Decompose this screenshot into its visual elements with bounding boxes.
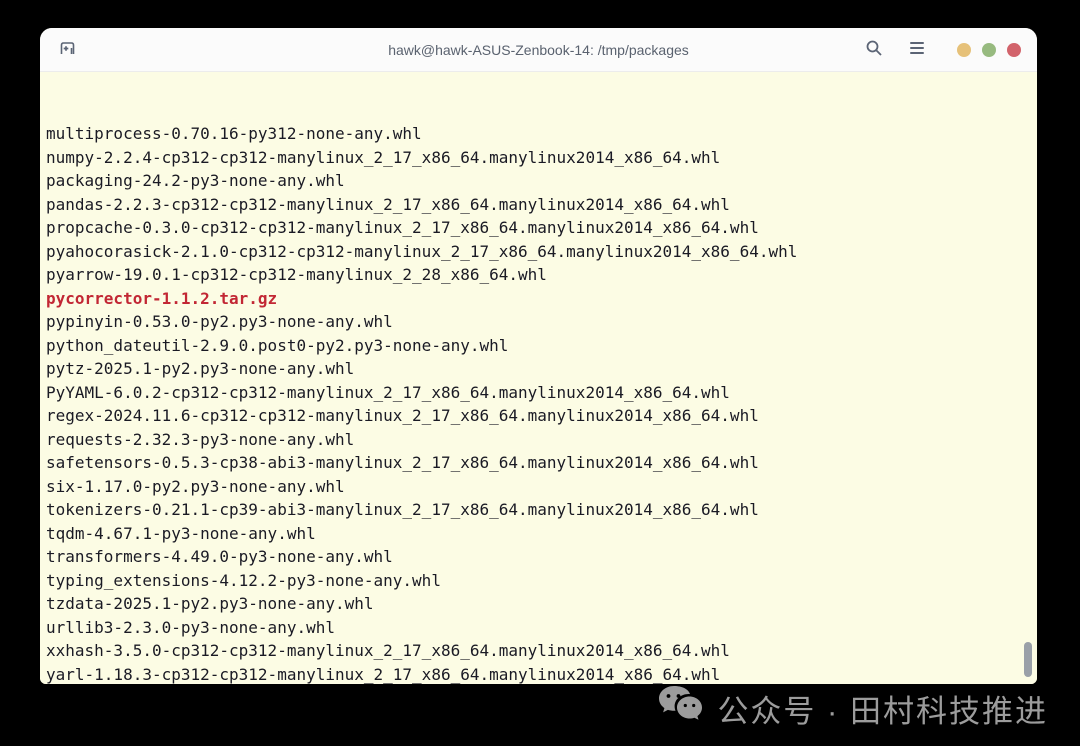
- terminal-lines: multiprocess-0.70.16-py312-none-any.whl n…: [46, 122, 1037, 684]
- menu-button[interactable]: [907, 39, 927, 60]
- terminal-line: typing_extensions-4.12.2-py3-none-any.wh…: [46, 570, 441, 590]
- terminal-line: safetensors-0.5.3-cp38-abi3-manylinux_2_…: [46, 453, 759, 472]
- terminal-line: propcache-0.3.0-cp312-cp312-manylinux_2_…: [46, 218, 759, 237]
- terminal-line: numpy-2.2.4-cp312-cp312-manylinux_2_17_x…: [46, 147, 721, 167]
- terminal-line: tokenizers-0.21.1-cp39-abi3-manylinux_2_…: [46, 500, 759, 519]
- scrollbar-thumb[interactable]: [1024, 642, 1032, 677]
- window-controls: [957, 42, 1021, 57]
- search-button[interactable]: [863, 37, 885, 62]
- new-tab-button[interactable]: [56, 37, 79, 63]
- terminal-line: tzdata-2025.1-py2.py3-none-any.whl: [46, 594, 374, 613]
- terminal-line: python_dateutil-2.9.0.post0-py2.py3-none…: [46, 335, 509, 355]
- terminal-line: yarl-1.18.3-cp312-cp312-manylinux_2_17_x…: [46, 664, 721, 684]
- minimize-button[interactable]: [957, 42, 971, 57]
- search-icon: [865, 39, 883, 60]
- hamburger-menu-icon: [909, 41, 925, 58]
- terminal-window: hawk@hawk-ASUS-Zenbook-14: /tmp/packages: [40, 28, 1037, 684]
- maximize-button[interactable]: [982, 42, 996, 57]
- terminal-line: tqdm-4.67.1-py3-none-any.whl: [46, 523, 316, 543]
- watermark: 公众号 · 田村科技推进: [657, 684, 1048, 732]
- terminal-line: PyYAML-6.0.2-cp312-cp312-manylinux_2_17_…: [46, 382, 730, 402]
- terminal-line: pytz-2025.1-py2.py3-none-any.whl: [46, 359, 355, 378]
- terminal-line: urllib3-2.3.0-py3-none-any.whl: [46, 617, 335, 637]
- terminal-line: pandas-2.2.3-cp312-cp312-manylinux_2_17_…: [46, 194, 730, 214]
- terminal-line: pypinyin-0.53.0-py2.py3-none-any.whl: [46, 312, 393, 331]
- terminal-line: multiprocess-0.70.16-py312-none-any.whl: [46, 124, 422, 143]
- window-title: hawk@hawk-ASUS-Zenbook-14: /tmp/packages: [388, 41, 689, 58]
- watermark-text: 公众号 · 田村科技推进: [717, 693, 1048, 729]
- terminal-line: pyahocorasick-2.1.0-cp312-cp312-manylinu…: [46, 241, 798, 261]
- terminal-line: regex-2024.11.6-cp312-cp312-manylinux_2_…: [46, 406, 759, 425]
- terminal-line: six-1.17.0-py2.py3-none-any.whl: [46, 476, 345, 496]
- wechat-icon: [657, 684, 703, 732]
- terminal-output[interactable]: multiprocess-0.70.16-py312-none-any.whl n…: [40, 73, 1037, 684]
- new-tab-icon: [58, 39, 77, 61]
- terminal-line: xxhash-3.5.0-cp312-cp312-manylinux_2_17_…: [46, 641, 730, 660]
- close-button[interactable]: [1007, 42, 1021, 57]
- terminal-line: packaging-24.2-py3-none-any.whl: [46, 171, 345, 190]
- terminal-line: pycorrector-1.1.2.tar.gz: [46, 288, 278, 308]
- terminal-line: pyarrow-19.0.1-cp312-cp312-manylinux_2_2…: [46, 265, 547, 284]
- terminal-line: transformers-4.49.0-py3-none-any.whl: [46, 547, 393, 566]
- terminal-line: requests-2.32.3-py3-none-any.whl: [46, 429, 355, 449]
- titlebar: hawk@hawk-ASUS-Zenbook-14: /tmp/packages: [40, 28, 1037, 72]
